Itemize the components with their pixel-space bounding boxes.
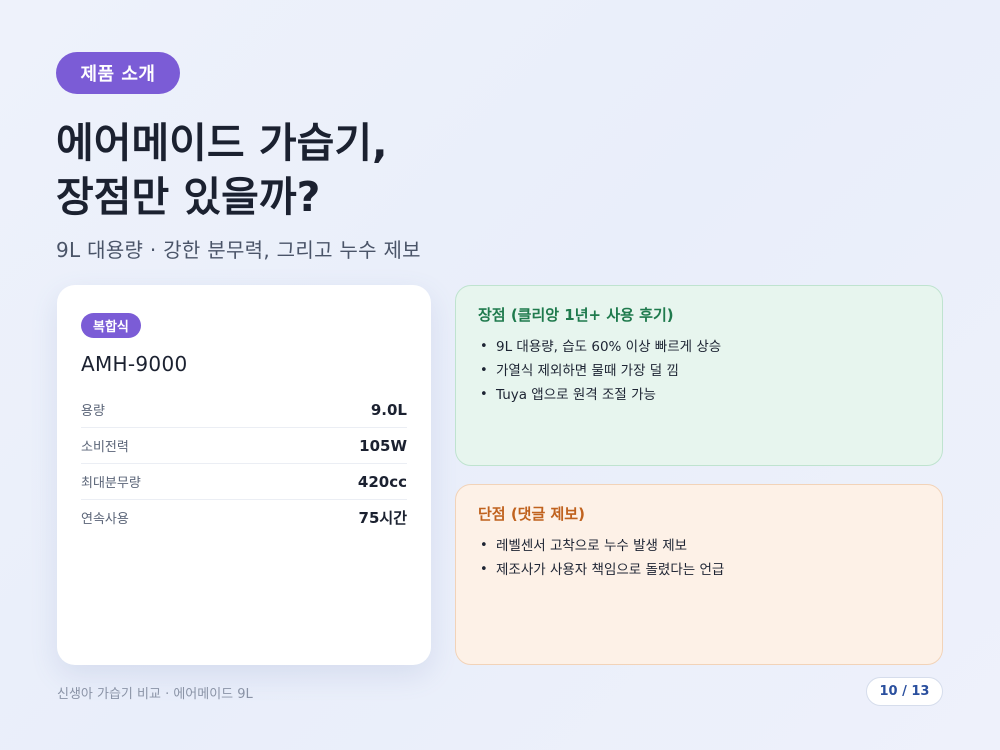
page-subtitle: 9L 대용량 · 강한 분무력, 그리고 누수 제보 [56,238,421,262]
spec-label: 최대분무량 [81,476,141,491]
model-name: AMH-9000 [81,352,188,376]
cons-list: • 레벨센서 고착으로 누수 발생 제보 • 제조사가 사용자 책임으로 돌렸다는 … [478,534,920,582]
bullet-icon: • [480,339,488,354]
spec-row-max-spray: 최대분무량 420cc [81,464,407,500]
pros-panel: 장점 (클리앙 1년+ 사용 후기) • 9L 대용량, 습도 60% 이상 빠르… [455,285,943,466]
list-item: • 가열식 제외하면 물때 가장 덜 낌 [478,359,920,383]
spec-row-power: 소비전력 105W [81,428,407,464]
spec-value: 9.0L [370,400,407,419]
list-item: • 제조사가 사용자 책임으로 돌렸다는 언급 [478,558,920,582]
bullet-icon: • [480,363,488,378]
spec-card: 복합식 AMH-9000 용량 9.0L 소비전력 105W 최대분무량 420… [57,285,431,665]
pros-list: • 9L 대용량, 습도 60% 이상 빠르게 상승 • 가열식 제외하면 물때 가… [478,335,920,407]
spec-value: 105W [359,436,407,455]
list-item-text: 레벨센서 고착으로 누수 발생 제보 [496,538,688,554]
spec-list: 용량 9.0L 소비전력 105W 최대분무량 420cc 연속사용 75시간 [81,392,407,535]
spec-value: 420cc [357,472,407,491]
bullet-icon: • [480,562,488,577]
spec-label: 소비전력 [81,440,129,455]
type-badge: 복합식 [81,313,141,338]
footer-caption: 신생아 가습기 비교 · 에어메이드 9L [57,687,253,702]
list-item: • 레벨센서 고착으로 누수 발생 제보 [478,534,920,558]
page-indicator[interactable]: 10 / 13 [866,677,943,706]
spec-row-capacity: 용량 9.0L [81,392,407,428]
page-title-line-2: 장점만 있을까? [56,173,321,221]
cons-title: 단점 (댓글 제보) [478,505,585,523]
list-item: • Tuya 앱으로 원격 조절 가능 [478,383,920,407]
list-item-text: 9L 대용량, 습도 60% 이상 빠르게 상승 [496,339,722,355]
list-item-text: 제조사가 사용자 책임으로 돌렸다는 언급 [496,562,725,578]
section-tag: 제품 소개 [56,52,180,94]
spec-label: 용량 [81,404,105,419]
list-item-text: Tuya 앱으로 원격 조절 가능 [496,387,656,403]
bullet-icon: • [480,538,488,553]
spec-row-continuous-use: 연속사용 75시간 [81,500,407,535]
spec-label: 연속사용 [81,512,129,527]
page-title-line-1: 에어메이드 가습기, [56,119,388,167]
pros-title: 장점 (클리앙 1년+ 사용 후기) [478,306,674,324]
bullet-icon: • [480,387,488,402]
list-item: • 9L 대용량, 습도 60% 이상 빠르게 상승 [478,335,920,359]
spec-value: 75시간 [358,509,407,527]
page-title: 에어메이드 가습기, 장점만 있을까? [56,116,388,224]
cons-panel: 단점 (댓글 제보) • 레벨센서 고착으로 누수 발생 제보 • 제조사가 사용자… [455,484,943,665]
list-item-text: 가열식 제외하면 물때 가장 덜 낌 [496,363,679,379]
